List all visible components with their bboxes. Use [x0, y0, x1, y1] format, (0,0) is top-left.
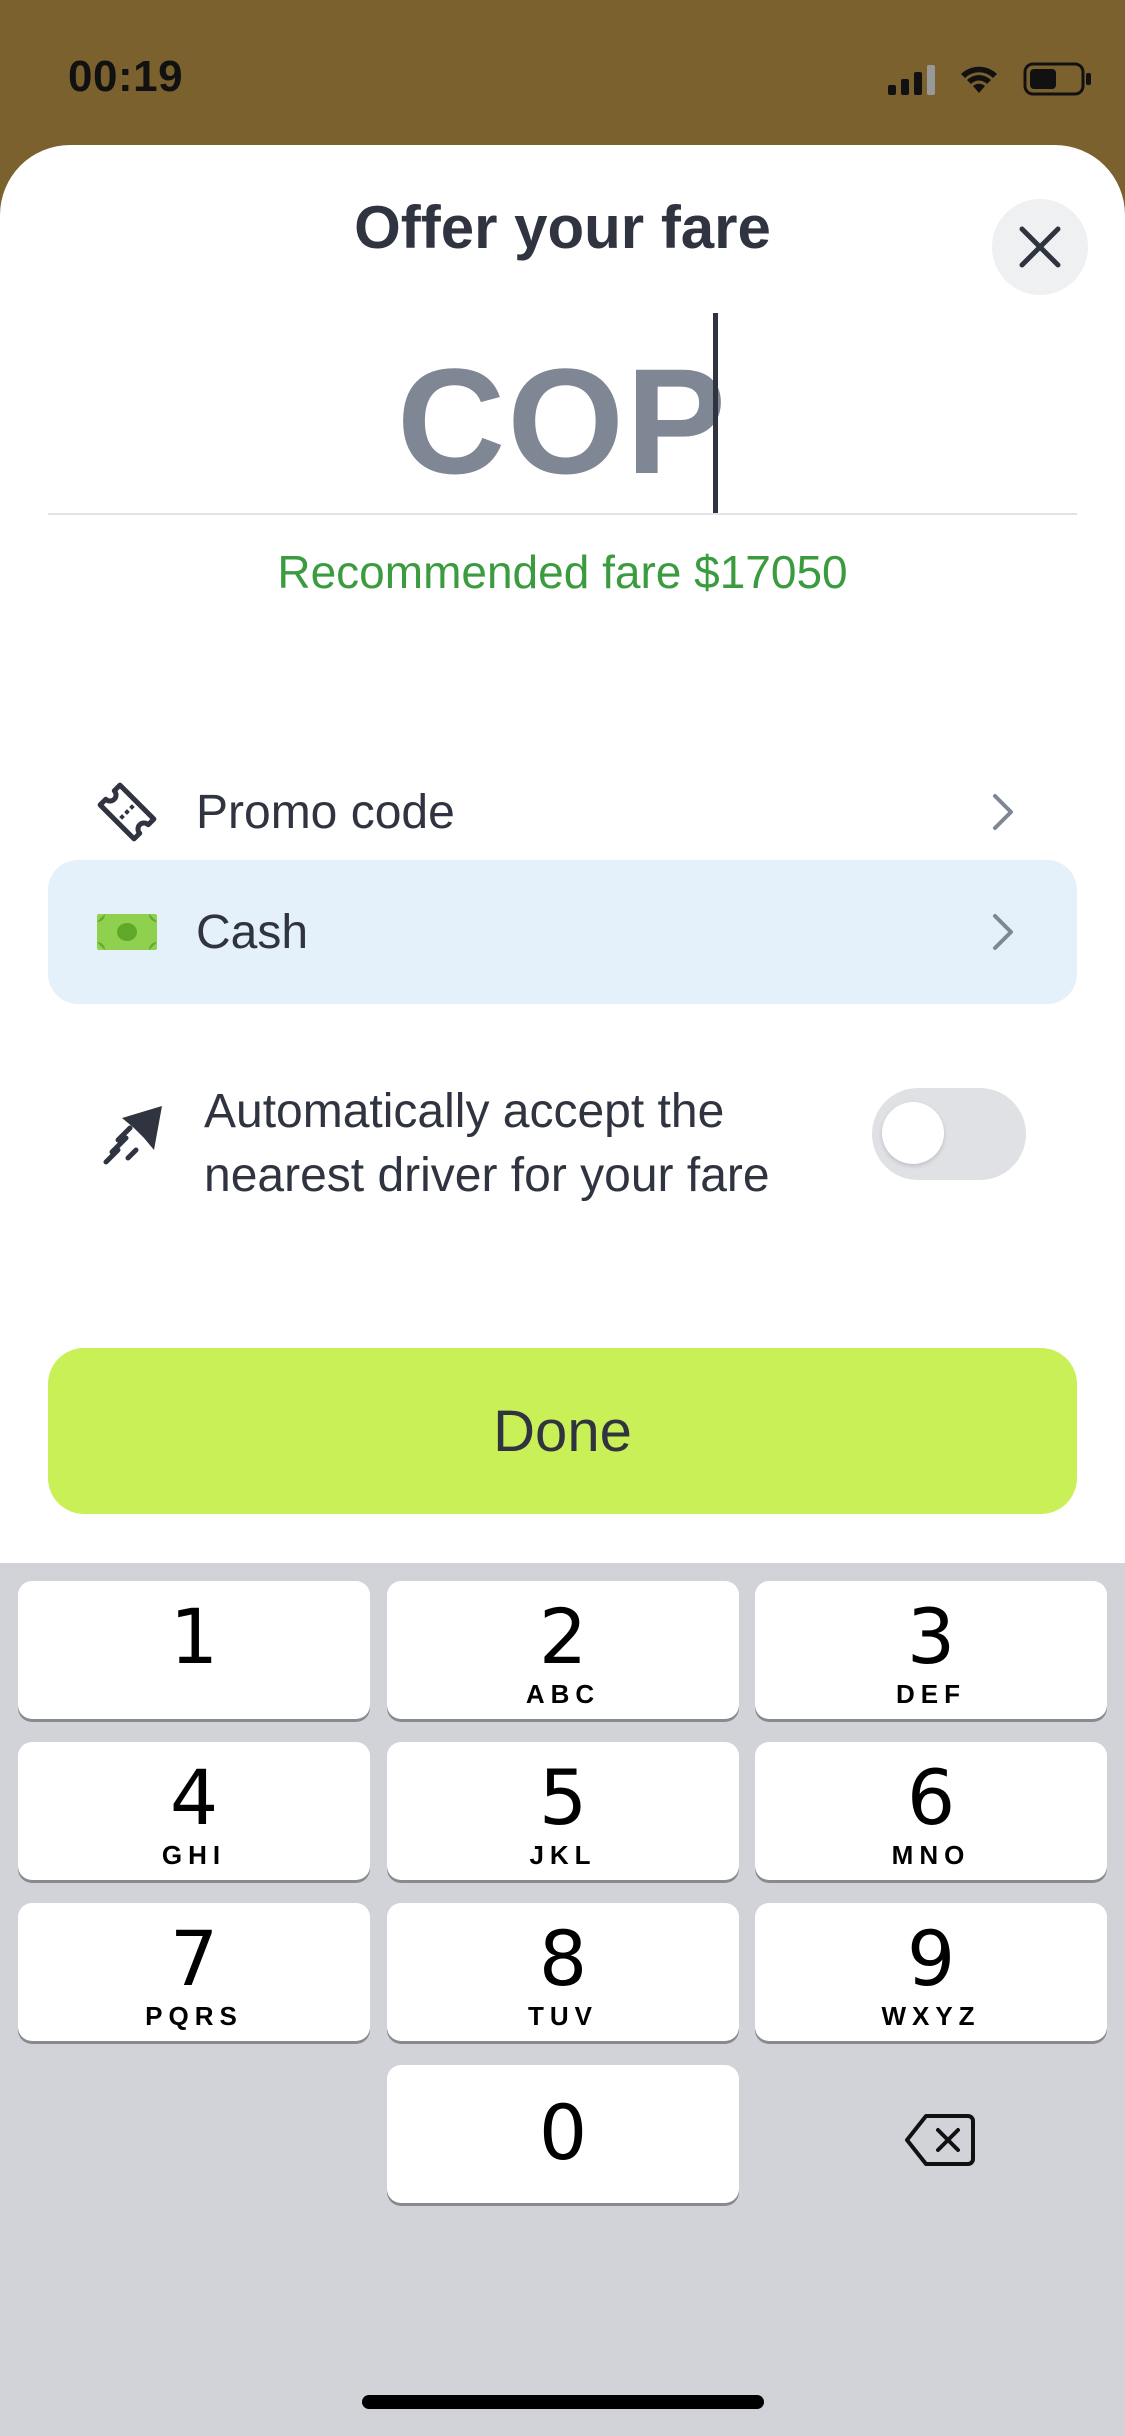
recommended-fare: Recommended fare $17050 [277, 546, 848, 598]
text-caret [713, 313, 718, 513]
chevron-right-icon [993, 914, 1013, 950]
backspace-key[interactable] [880, 2100, 1000, 2180]
key-letters: WXYZ [881, 2001, 981, 2031]
key-number: 4 [169, 1753, 219, 1842]
fare-sheet: Offer your fare COP Recommended fare $17… [0, 145, 1125, 1565]
key-number: 7 [169, 1914, 219, 2003]
key-1[interactable]: 1 [18, 1581, 370, 1719]
auto-accept-row: Automatically accept the nearest driver … [48, 1080, 1077, 1280]
key-letters: MNO [891, 1840, 971, 1870]
key-number: 6 [906, 1753, 956, 1842]
status-bar: 00:19 [0, 0, 1125, 150]
wifi-icon [961, 66, 997, 93]
key-number: 2 [538, 1592, 588, 1681]
key-letters: GHI [161, 1840, 227, 1870]
key-2[interactable]: 2 ABC [387, 1581, 739, 1719]
key-letters: DEF [896, 1679, 966, 1709]
auto-accept-text: Automatically accept the nearest driver … [204, 1085, 770, 1202]
key-5[interactable]: 5 JKL [387, 1742, 739, 1880]
numeric-keyboard: 1 2 ABC 3 DEF 4 GHI 5 JKL 6 MNO 7 PQRS 8… [0, 1563, 1125, 2436]
status-icons [888, 62, 1093, 96]
close-button[interactable] [992, 199, 1088, 295]
done-button[interactable]: Done [48, 1348, 1077, 1514]
key-number: 0 [538, 2088, 588, 2177]
key-9[interactable]: 9 WXYZ [755, 1903, 1107, 2041]
key-number: 9 [906, 1914, 956, 2003]
home-indicator [362, 2395, 764, 2409]
key-3[interactable]: 3 DEF [755, 1581, 1107, 1719]
key-8[interactable]: 8 TUV [387, 1903, 739, 2041]
key-7[interactable]: 7 PQRS [18, 1903, 370, 2041]
key-letters: JKL [529, 1840, 597, 1870]
key-4[interactable]: 4 GHI [18, 1742, 370, 1880]
key-number: 3 [906, 1592, 956, 1681]
key-0[interactable]: 0 [387, 2065, 739, 2203]
key-letters: PQRS [145, 2001, 243, 2031]
key-number: 5 [538, 1753, 588, 1842]
key-6[interactable]: 6 MNO [755, 1742, 1107, 1880]
cellular-signal-icon [888, 63, 935, 95]
chevron-right-icon [993, 794, 1013, 830]
ticket-icon [97, 782, 157, 842]
payment-method-label: Cash [196, 905, 309, 959]
send-fast-icon [103, 1106, 162, 1165]
key-number: 8 [538, 1914, 588, 2003]
status-time: 00:19 [68, 52, 184, 101]
toggle-knob [882, 1102, 944, 1164]
auto-accept-toggle[interactable] [872, 1088, 1026, 1180]
close-icon [1019, 226, 1061, 268]
payment-method-row[interactable]: Cash [48, 860, 1077, 1004]
fare-currency: COP [396, 337, 729, 505]
sheet-title: Offer your fare [354, 194, 771, 261]
key-number: 1 [169, 1592, 219, 1681]
key-letters: ABC [525, 1679, 601, 1709]
backspace-icon [905, 2114, 975, 2166]
key-letters: TUV [528, 2001, 598, 2031]
battery-icon [1023, 62, 1091, 96]
cash-icon [97, 914, 157, 950]
promo-code-label: Promo code [196, 785, 455, 839]
